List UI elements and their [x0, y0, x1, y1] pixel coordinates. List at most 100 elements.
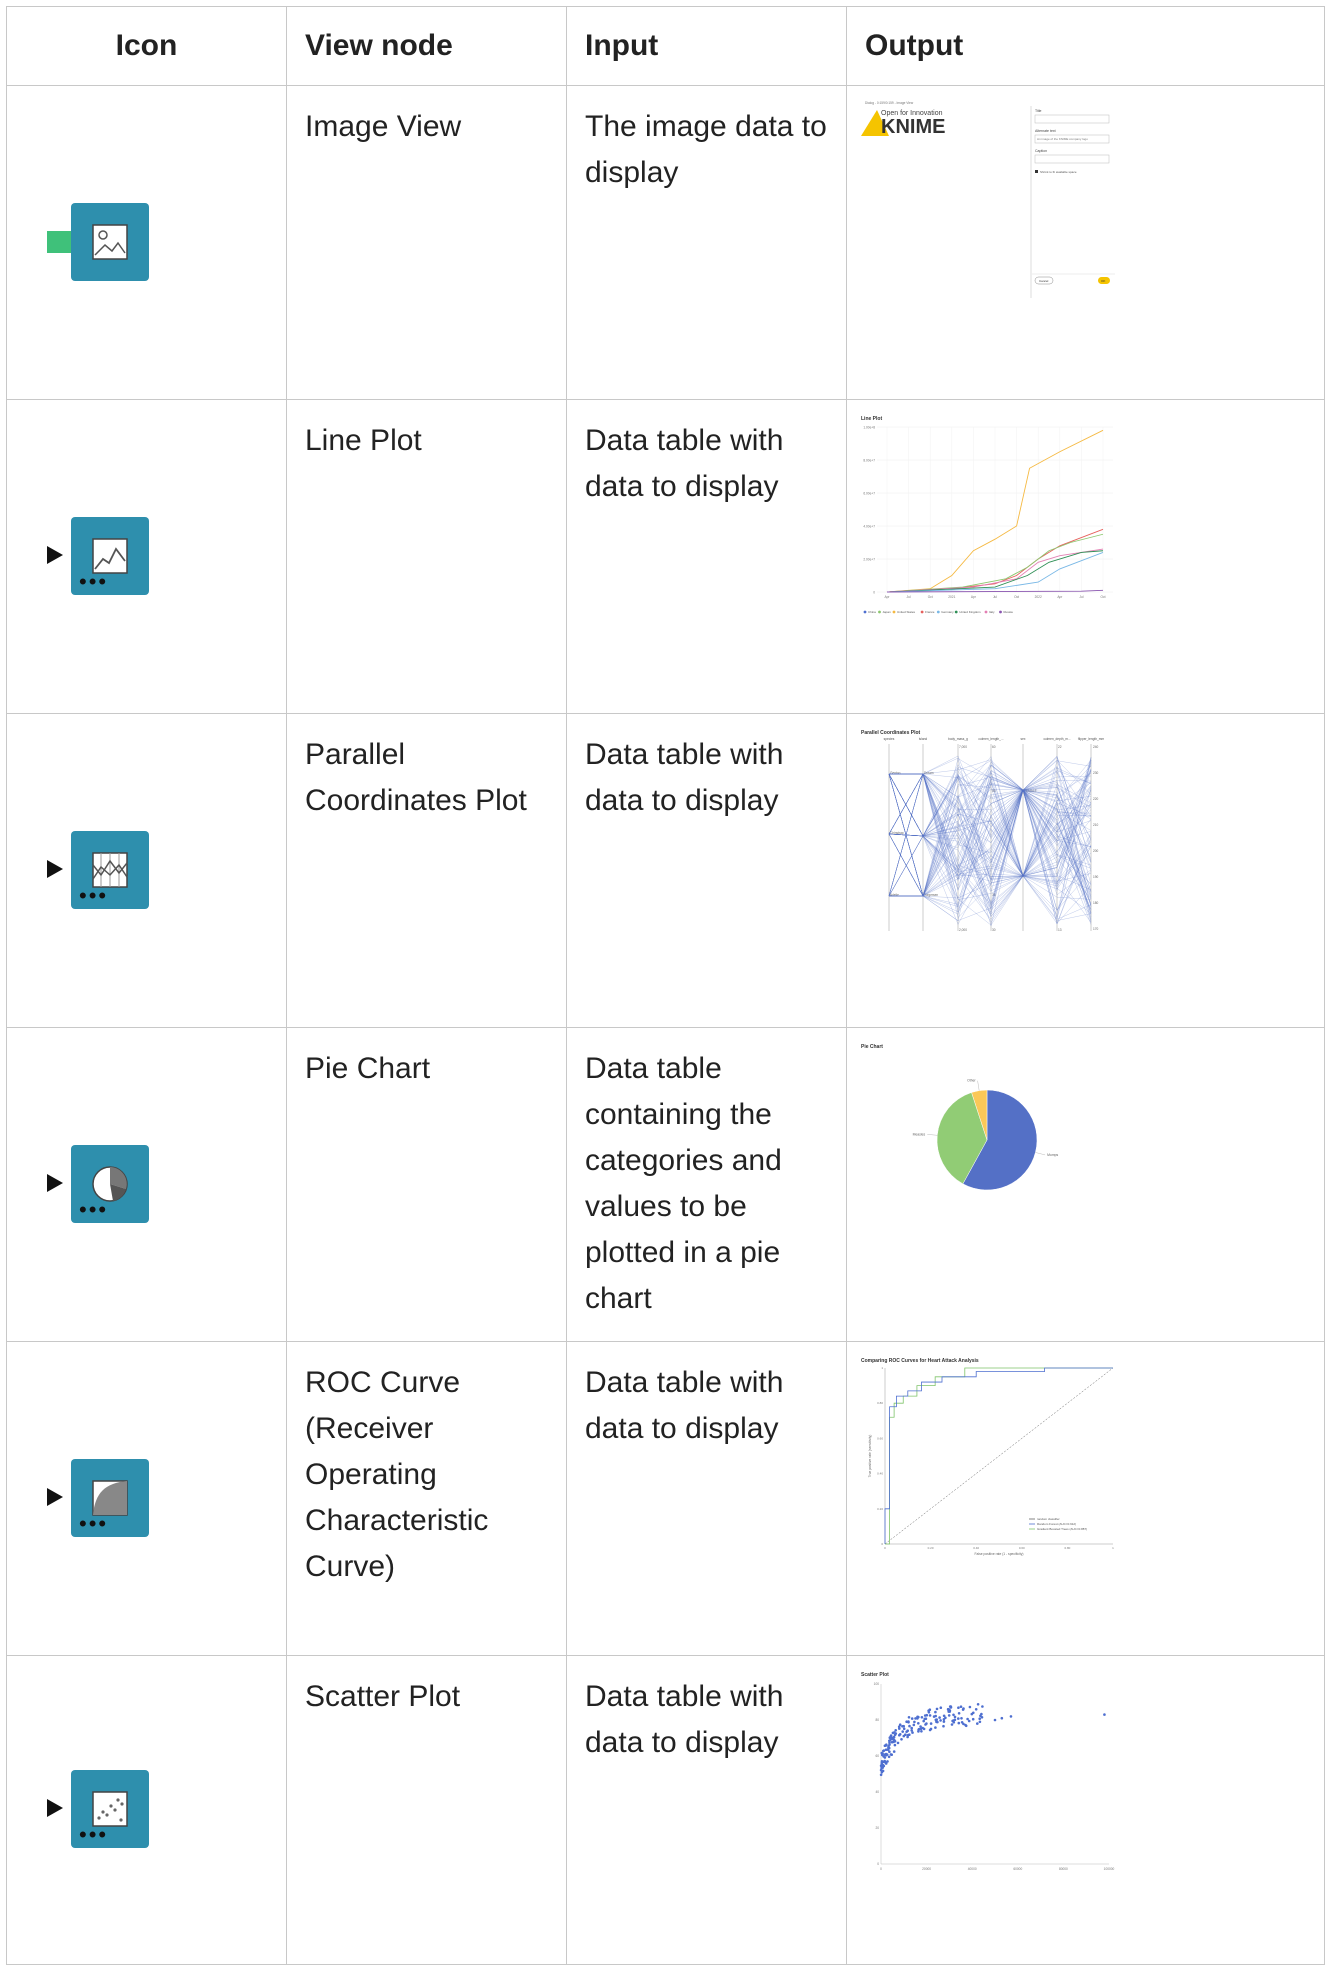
legend-label: Gradient Boosted Trees (AUC=0.887): [1037, 1527, 1087, 1531]
output-cell: Comparing ROC Curves for Heart Attack An…: [846, 1341, 1325, 1656]
axis-tick-label: 200: [1093, 849, 1099, 853]
x-tick-label: Jul: [993, 595, 997, 599]
legend-label: United Kingdom: [959, 610, 981, 614]
caption-label: Caption: [1035, 149, 1047, 153]
scatter-point: [1000, 1716, 1004, 1720]
scatter-point: [900, 1738, 903, 1741]
scatter-point: [888, 1750, 891, 1753]
x-tick-label: Apr: [885, 595, 891, 599]
x-tick-label: Jul: [907, 595, 911, 599]
scatter-point: [881, 1752, 884, 1755]
x-tick-label: 60000: [1013, 1867, 1022, 1871]
header-view-node: View node: [286, 6, 567, 86]
scatter-point: [939, 1706, 943, 1709]
scatter-point: [928, 1728, 932, 1732]
ok-button: OK: [1101, 279, 1105, 283]
data-line: [888, 773, 1092, 907]
y-tick-label: 4.00e+7: [863, 525, 875, 529]
scatter-point: [953, 1715, 957, 1719]
legend-marker: [984, 610, 988, 614]
x-tick-label: Apr: [1057, 595, 1063, 599]
scatter-point: [893, 1733, 897, 1737]
legend-label: Germany: [941, 610, 954, 614]
table-port-icon: [47, 1799, 63, 1817]
x-tick-label: 0.40: [973, 1546, 979, 1550]
scatter-point: [917, 1728, 920, 1732]
table-row: ••• ROC Curve (Receiver Operating Charac…: [6, 1341, 1325, 1656]
scatter-point: [952, 1713, 955, 1717]
x-tick-label: 100000: [1104, 1867, 1115, 1871]
icon-cell: [6, 85, 287, 400]
x-tick-label: 0.80: [1064, 1546, 1070, 1550]
scatter-point: [942, 1720, 946, 1723]
scatter-point: [922, 1719, 925, 1723]
scatter-point: [962, 1722, 965, 1726]
axis-tick-label: 240: [1093, 745, 1099, 749]
y-tick-label: 40: [875, 1790, 879, 1794]
scatter-point: [917, 1722, 920, 1725]
scatter-point: [942, 1718, 946, 1721]
scatter-point: [920, 1730, 923, 1733]
scatter-point: [964, 1724, 968, 1728]
scatter-point: [1103, 1713, 1106, 1716]
scatter-point: [948, 1705, 952, 1708]
x-tick-label: 20000: [922, 1867, 931, 1871]
output-cell: Line Plot 1.00e+8 8.00e+7 6.00e+7 4.00e+7 2.…: [846, 399, 1325, 714]
image-port-icon: [47, 230, 71, 253]
scatter-point: [981, 1705, 984, 1708]
node-input: Data table with data to display: [566, 1655, 847, 1965]
scatter-point: [936, 1720, 939, 1724]
scatter-point: [907, 1720, 910, 1723]
pie-leader-line: [1035, 1152, 1046, 1156]
scatter-point: [907, 1716, 911, 1719]
scatter-point: [880, 1766, 883, 1770]
data-line: [889, 770, 1092, 918]
data-line: [888, 776, 1092, 883]
scatter-point: [888, 1736, 892, 1739]
scatter-point: [902, 1734, 906, 1738]
x-tick-label: Oct: [928, 595, 933, 599]
scatter-point: [902, 1727, 906, 1731]
scatter-point: [946, 1707, 950, 1711]
x-tick-label: 0.20: [928, 1546, 934, 1550]
y-tick-label: 0.60: [877, 1436, 883, 1440]
legend-marker: [863, 610, 867, 614]
scatter-point: [928, 1714, 932, 1717]
scatter-point: [910, 1717, 914, 1720]
output-cell: Pie Chart Mumps Measles Other: [846, 1027, 1325, 1342]
scatter-point: [898, 1723, 902, 1726]
scatter-point: [884, 1762, 888, 1765]
axis-tick-label: 180: [1093, 901, 1099, 905]
x-tick-label: 40000: [968, 1867, 977, 1871]
output-cell: Scatter Plot 100 80 60 40 20 0 0 20000 40000 6000…: [846, 1655, 1325, 1965]
scatter-point: [948, 1710, 951, 1713]
scatter-point: [947, 1714, 951, 1717]
pie-leader-line: [927, 1134, 938, 1136]
data-line: [889, 789, 1092, 915]
output-cell: Dialog - 0:159/0:159 - Image View Open f…: [846, 85, 1325, 400]
scatter-point: [942, 1714, 946, 1718]
axis-tick-label: 2,000: [959, 928, 967, 932]
ellipsis-icon: •••: [79, 568, 109, 594]
icon-cell: •••: [6, 713, 287, 1028]
output-cell: Parallel Coordinates Plot species island b…: [846, 713, 1325, 1028]
y-tick-label: 0.20: [877, 1507, 883, 1511]
image-view-output: Dialog - 0:159/0:159 - Image View Open f…: [859, 98, 1115, 308]
axis-label: island: [919, 737, 928, 741]
scatter-point: [901, 1730, 904, 1733]
legend-marker: [878, 610, 881, 614]
legend-label: Random Forest (AUC=0.912): [1037, 1522, 1076, 1526]
scatter-point: [978, 1720, 982, 1724]
x-tick-label: Jul: [1079, 595, 1083, 599]
x-tick-label: 2021: [948, 595, 955, 599]
scatter-point: [960, 1717, 963, 1720]
y-tick-label: 0: [881, 1542, 883, 1546]
y-tick-label: 6.00e+7: [863, 492, 875, 496]
scatter-point: [957, 1712, 961, 1715]
scatter-point: [950, 1723, 954, 1726]
axis-tick-label: 22: [1058, 745, 1062, 749]
checkbox-label: Shrink to fit available space: [1040, 170, 1077, 174]
scatter-point: [901, 1725, 904, 1728]
scatter-point: [993, 1718, 997, 1722]
node-input: The image data to display: [566, 85, 847, 400]
